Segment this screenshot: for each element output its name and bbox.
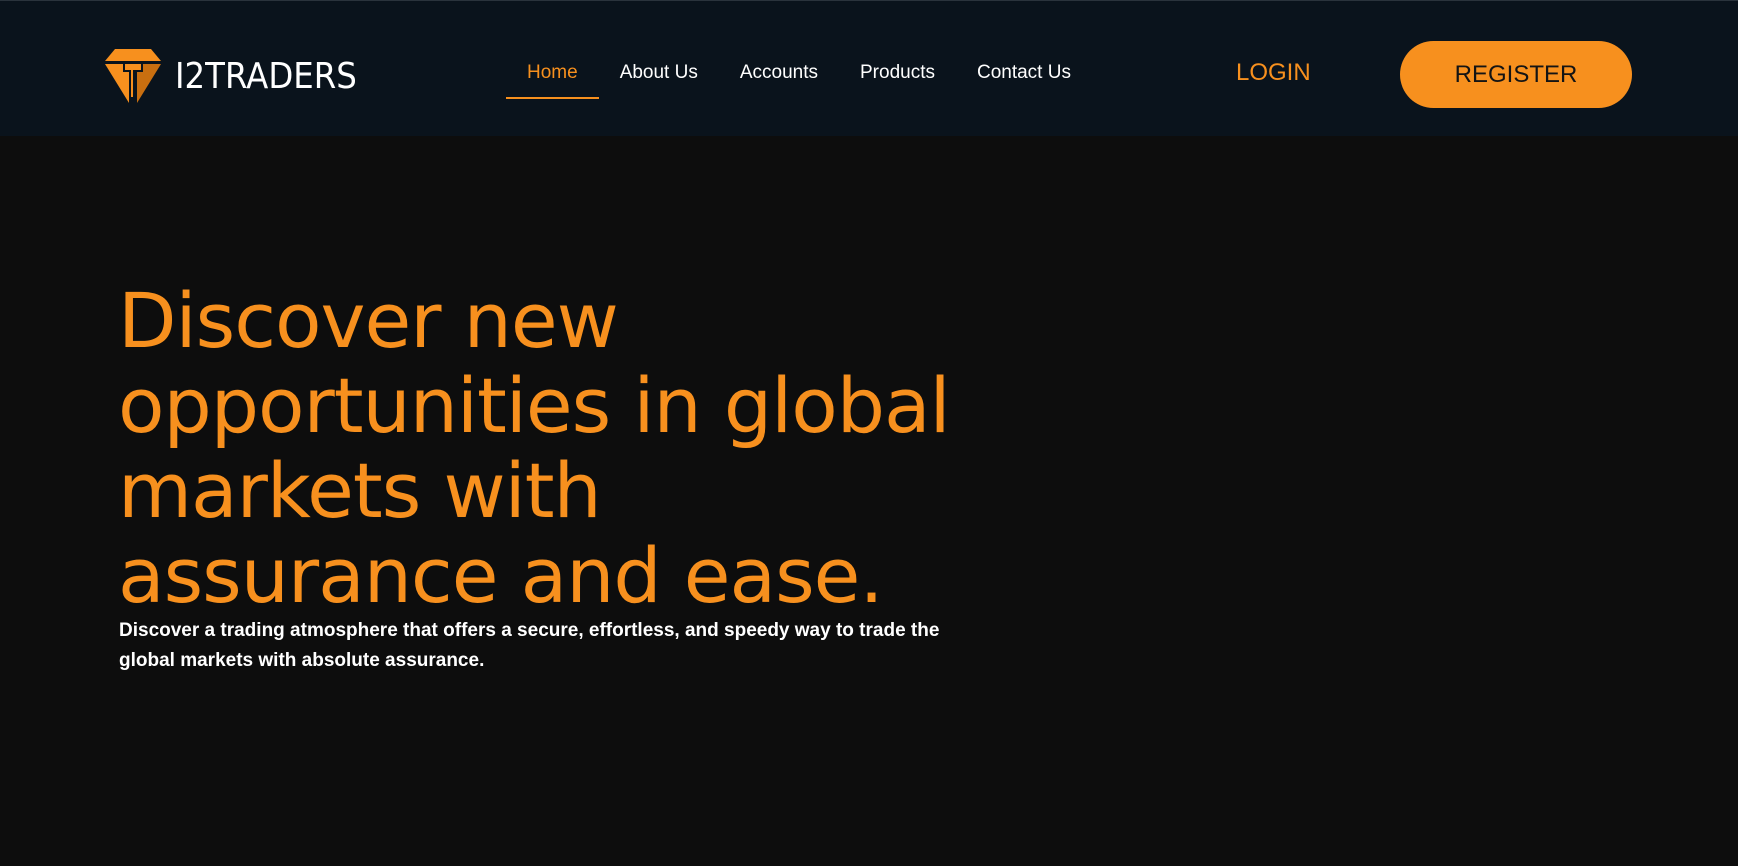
nav-item-home[interactable]: Home (506, 51, 599, 99)
hero-title: Discover new opportunities in global mar… (118, 276, 951, 620)
register-button[interactable]: REGISTER (1400, 41, 1632, 108)
site-header: I2TRADERS Home About Us Accounts Product… (0, 0, 1738, 136)
hero-subtitle: Discover a trading atmosphere that offer… (119, 620, 940, 671)
brand-logo[interactable]: I2TRADERS (103, 47, 377, 107)
diamond-logo-icon (105, 49, 161, 103)
nav-item-accounts[interactable]: Accounts (719, 51, 839, 99)
main-nav: Home About Us Accounts Products Contact … (506, 51, 1092, 101)
nav-item-products[interactable]: Products (839, 51, 956, 99)
brand-name: I2TRADERS (175, 56, 357, 97)
nav-item-contact-us[interactable]: Contact Us (956, 51, 1092, 99)
nav-item-about-us[interactable]: About Us (599, 51, 719, 99)
login-link[interactable]: LOGIN (1236, 53, 1311, 93)
